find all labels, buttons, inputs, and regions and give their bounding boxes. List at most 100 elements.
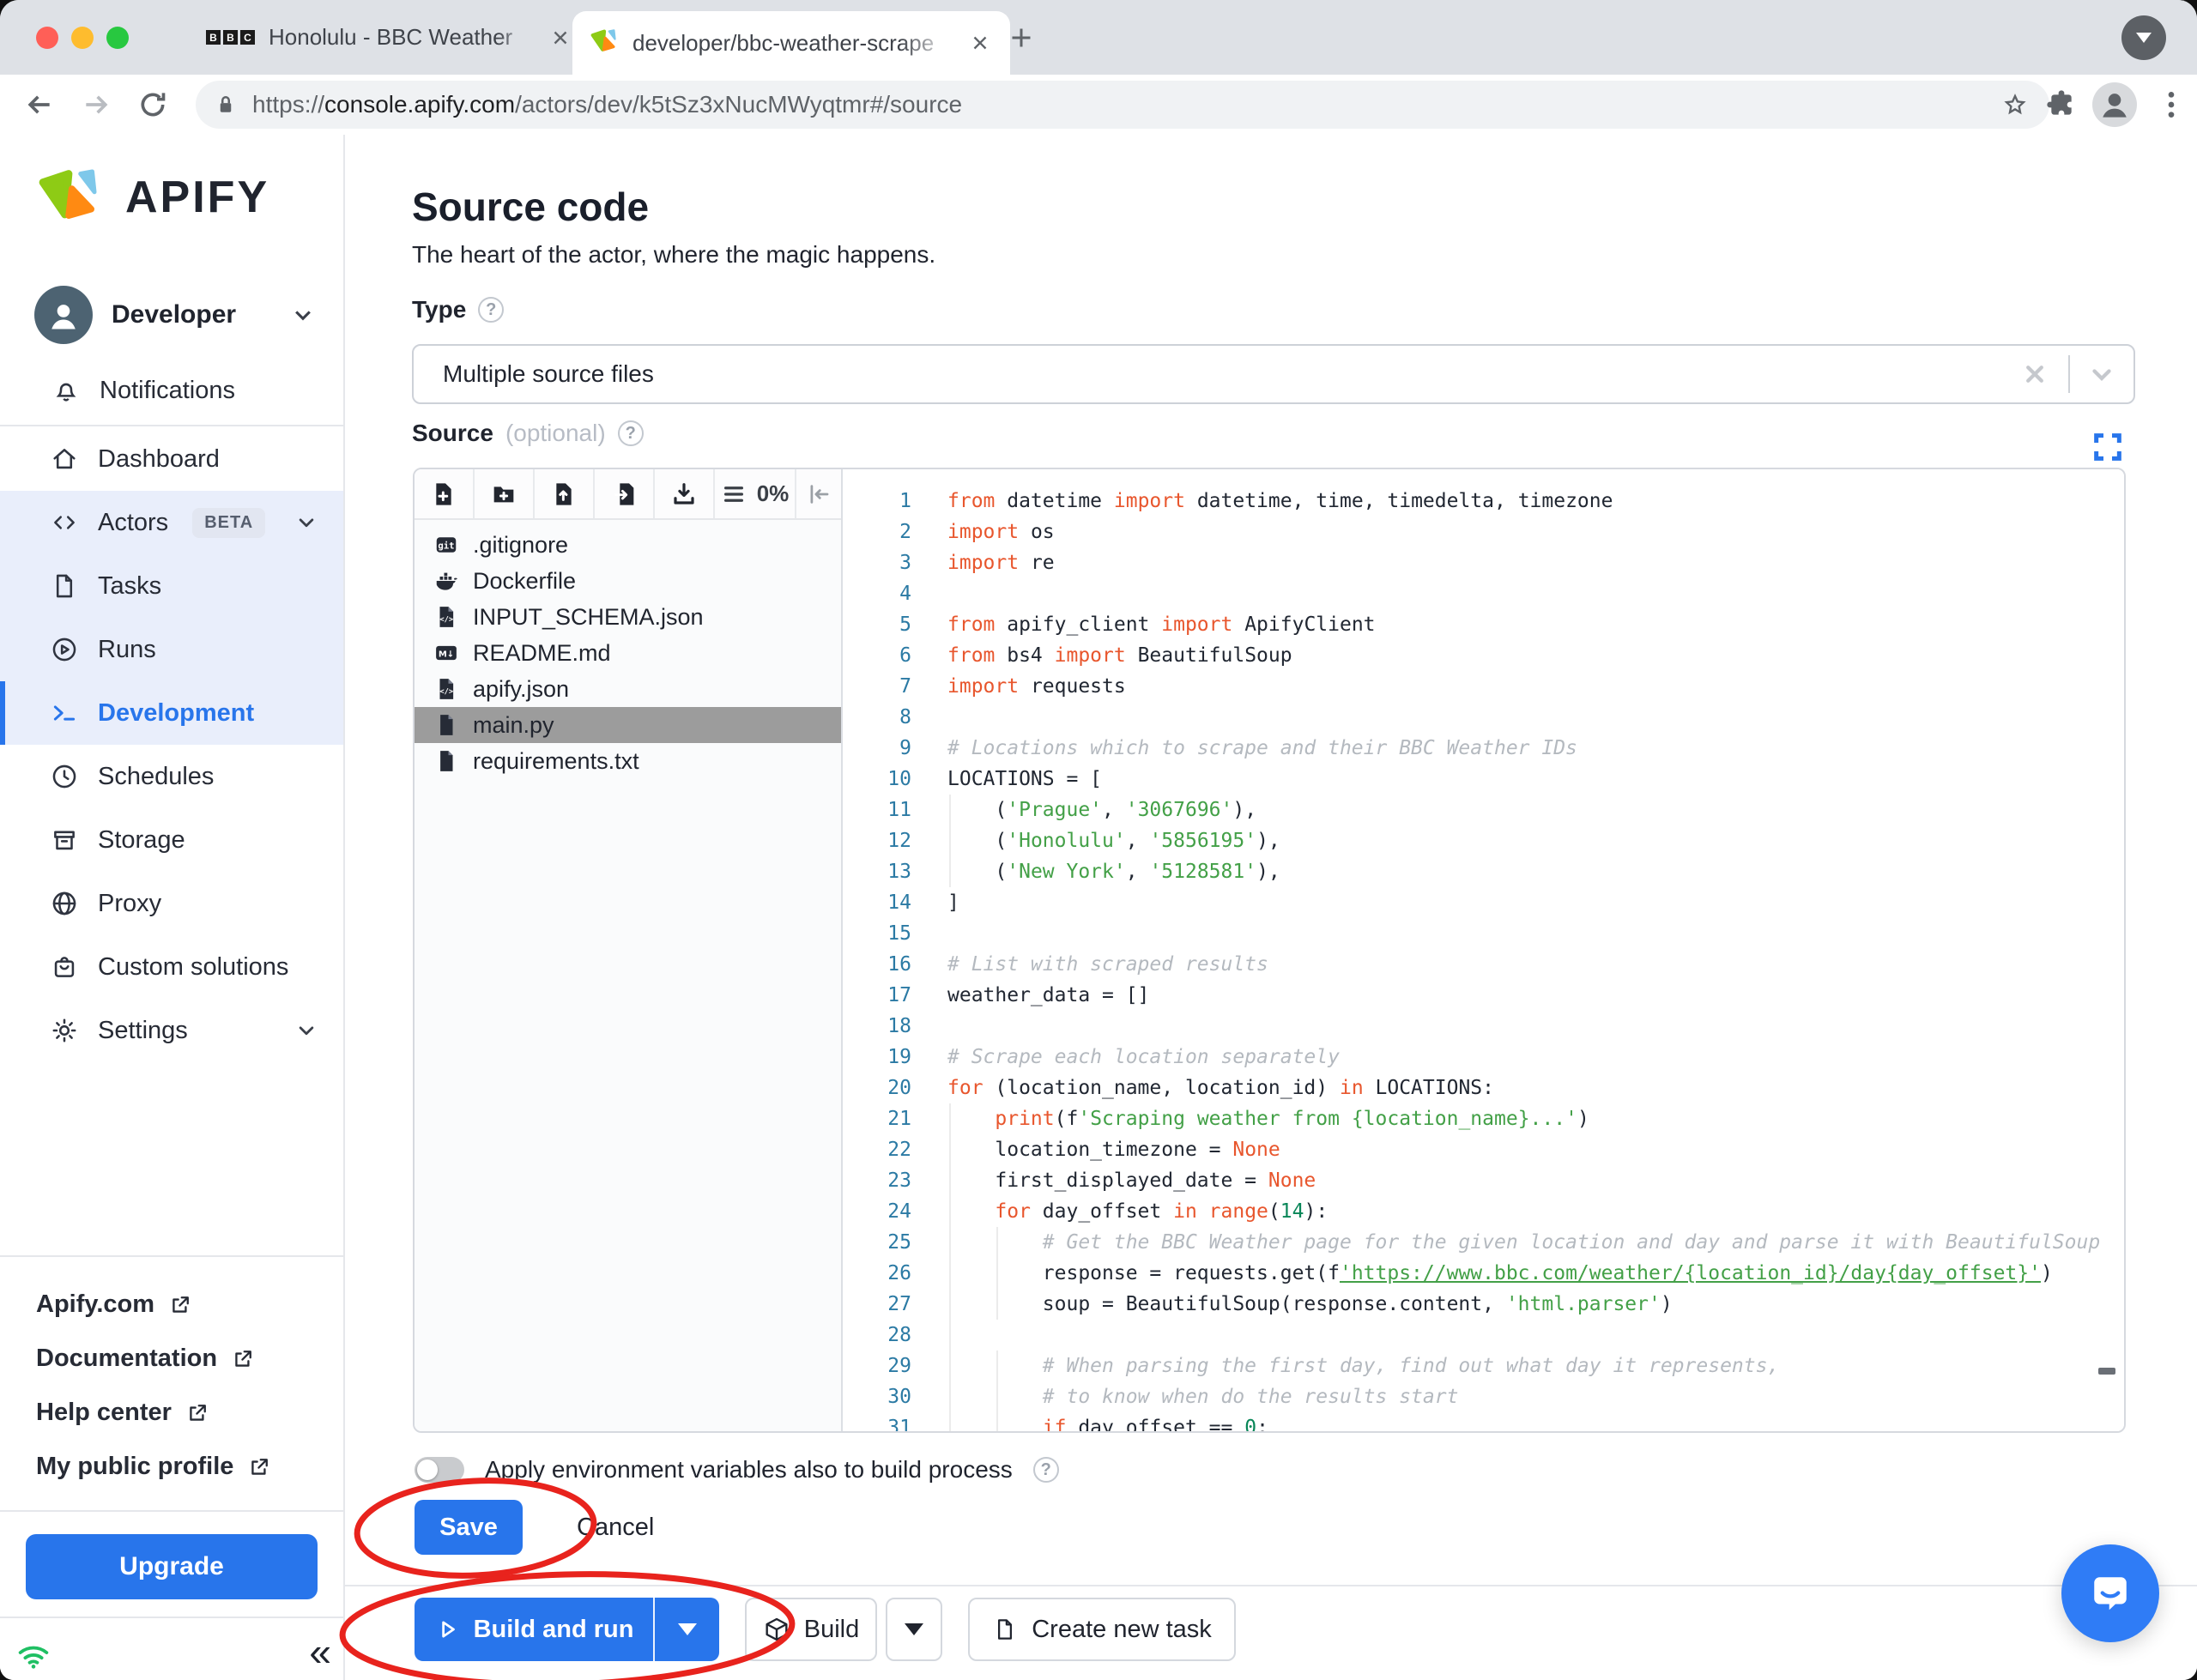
sidebar-item-storage[interactable]: Storage — [0, 808, 343, 872]
code-line[interactable]: 11 ('Prague', '3067696'), — [844, 795, 2124, 825]
code-line[interactable]: 28 — [844, 1320, 2124, 1351]
code-line[interactable]: 23 first_displayed_date = None — [844, 1165, 2124, 1196]
new-file-button[interactable] — [415, 469, 475, 518]
apify-logo[interactable]: APIFY — [34, 167, 269, 227]
back-button[interactable] — [19, 84, 60, 125]
code-line[interactable]: 25 # Get the BBC Weather page for the gi… — [844, 1227, 2124, 1258]
file-tree-item[interactable]: git .gitignore — [415, 527, 841, 563]
code-line[interactable]: 22 location_timezone = None — [844, 1134, 2124, 1165]
code-line[interactable]: 30 # to know when do the results start — [844, 1381, 2124, 1412]
sidebar-item-development[interactable]: Development — [0, 681, 343, 745]
type-select[interactable]: Multiple source files — [412, 344, 2135, 404]
code-line[interactable]: 20 for (location_name, location_id) in L… — [844, 1073, 2124, 1103]
tab-apify-console[interactable]: developer/bbc-weather-scrape — [572, 11, 1010, 75]
upload-file-button[interactable] — [535, 469, 595, 518]
browser-profile-avatar[interactable] — [2092, 82, 2137, 127]
sidebar-link-apify-com[interactable]: Apify.com — [0, 1278, 343, 1332]
help-icon[interactable]: ? — [617, 420, 644, 446]
code-line[interactable]: 12 ('Honolulu', '5856195'), — [844, 825, 2124, 856]
import-file-button[interactable] — [595, 469, 655, 518]
build-and-run-dropdown[interactable] — [653, 1598, 719, 1661]
scrollbar-mark[interactable] — [2098, 1368, 2115, 1375]
build-button[interactable]: Build — [745, 1598, 877, 1661]
code-line[interactable]: 4 — [844, 578, 2124, 609]
chevron-down-icon[interactable] — [2087, 360, 2116, 389]
forward-button[interactable] — [76, 84, 117, 125]
reload-button[interactable] — [132, 84, 173, 125]
code-line[interactable]: 15 — [844, 918, 2124, 949]
code-line[interactable]: 24 for day_offset in range(14): — [844, 1196, 2124, 1227]
new-folder-button[interactable] — [475, 469, 535, 518]
collapse-left-icon[interactable] — [796, 469, 841, 518]
browser-menu-icon[interactable] — [2151, 84, 2192, 125]
new-tab-button[interactable] — [1002, 19, 1040, 57]
sidebar-item-tasks[interactable]: Tasks — [0, 554, 343, 618]
sidebar-link-documentation[interactable]: Documentation — [0, 1332, 343, 1386]
file-tree-item[interactable]: M↓ README.md — [415, 635, 841, 671]
help-icon[interactable]: ? — [1032, 1457, 1059, 1483]
help-icon[interactable]: ? — [478, 297, 505, 323]
code-line[interactable]: 8 — [844, 702, 2124, 733]
tab-bbc-weather[interactable]: BBC Honolulu - BBC Weather — [197, 0, 584, 75]
minimize-window-button[interactable] — [71, 27, 94, 49]
extensions-icon[interactable] — [2041, 84, 2082, 125]
file-tree-item[interactable]: </> apify.json — [415, 671, 841, 707]
sidebar-item-notifications[interactable]: Notifications — [0, 360, 343, 421]
build-and-run-button[interactable]: Build and run — [415, 1598, 653, 1661]
sidebar: APIFY Developer Notifications Dashboard — [0, 135, 345, 1680]
code-line[interactable]: 5 from apify_client import ApifyClient — [844, 609, 2124, 640]
sidebar-item-custom-solutions[interactable]: Custom solutions — [0, 935, 343, 999]
cancel-button[interactable]: Cancel — [572, 1500, 659, 1555]
code-line[interactable]: 9 # Locations which to scrape and their … — [844, 733, 2124, 764]
code-line[interactable]: 16 # List with scraped results — [844, 949, 2124, 980]
download-button[interactable] — [655, 469, 715, 518]
file-tree-item[interactable]: requirements.txt — [415, 743, 841, 779]
window-controls — [36, 27, 129, 49]
code-line[interactable]: 7 import requests — [844, 671, 2124, 702]
file-tree-item[interactable]: main.py — [415, 707, 841, 743]
tab-search-button[interactable] — [2121, 15, 2166, 60]
build-dropdown[interactable] — [886, 1598, 942, 1661]
save-button[interactable]: Save — [415, 1500, 523, 1555]
code-line[interactable]: 18 — [844, 1011, 2124, 1042]
sidebar-item-dashboard[interactable]: Dashboard — [0, 427, 343, 491]
file-tree-item[interactable]: Dockerfile — [415, 563, 841, 599]
file-tree-item[interactable]: </> INPUT_SCHEMA.json — [415, 599, 841, 635]
code-line[interactable]: 14 ] — [844, 887, 2124, 918]
collapse-sidebar-button[interactable]: « — [309, 1629, 331, 1675]
code-line[interactable]: 10 LOCATIONS = [ — [844, 764, 2124, 795]
code-line[interactable]: 17 weather_data = [] — [844, 980, 2124, 1011]
close-window-button[interactable] — [36, 27, 58, 49]
chat-launcher-button[interactable] — [2061, 1544, 2159, 1642]
sidebar-item-actors[interactable]: Actors BETA — [0, 491, 343, 554]
code-line[interactable]: 29 # When parsing the first day, find ou… — [844, 1351, 2124, 1381]
code-line[interactable]: 21 print(f'Scraping weather from {locati… — [844, 1103, 2124, 1134]
url-bar[interactable]: https://console.apify.com/actors/dev/k5t… — [196, 81, 2049, 129]
close-tab-icon[interactable] — [546, 23, 575, 52]
code-line[interactable]: 3 import re — [844, 547, 2124, 578]
sidebar-item-settings[interactable]: Settings — [0, 999, 343, 1062]
code-line[interactable]: 13 ('New York', '5128581'), — [844, 856, 2124, 887]
zoom-window-button[interactable] — [106, 27, 129, 49]
sidebar-item-runs[interactable]: Runs — [0, 618, 343, 681]
sidebar-item-schedules[interactable]: Schedules — [0, 745, 343, 808]
code-editor[interactable]: 1 from datetime import datetime, time, t… — [844, 469, 2124, 1431]
env-toggle[interactable] — [415, 1457, 464, 1483]
code-line[interactable]: 1 from datetime import datetime, time, t… — [844, 486, 2124, 517]
create-new-task-button[interactable]: Create new task — [968, 1598, 1236, 1661]
clear-icon[interactable] — [2020, 360, 2049, 389]
sidebar-link-help-center[interactable]: Help center — [0, 1386, 343, 1440]
sidebar-item-proxy[interactable]: Proxy — [0, 872, 343, 935]
code-line[interactable]: 27 soup = BeautifulSoup(response.content… — [844, 1289, 2124, 1320]
account-menu[interactable]: Developer — [0, 279, 343, 351]
bookmark-star-icon[interactable] — [1998, 88, 2032, 122]
upgrade-button[interactable]: Upgrade — [26, 1534, 318, 1599]
code-line[interactable]: 31 if day_offset == 0: — [844, 1412, 2124, 1431]
code-line[interactable]: 2 import os — [844, 517, 2124, 547]
code-line[interactable]: 19 # Scrape each location separately — [844, 1042, 2124, 1073]
sidebar-link-my-public-profile[interactable]: My public profile — [0, 1440, 343, 1494]
fullscreen-icon[interactable] — [2091, 430, 2125, 464]
code-line[interactable]: 26 response = requests.get(f'https://www… — [844, 1258, 2124, 1289]
close-tab-icon[interactable] — [965, 28, 995, 57]
code-line[interactable]: 6 from bs4 import BeautifulSoup — [844, 640, 2124, 671]
